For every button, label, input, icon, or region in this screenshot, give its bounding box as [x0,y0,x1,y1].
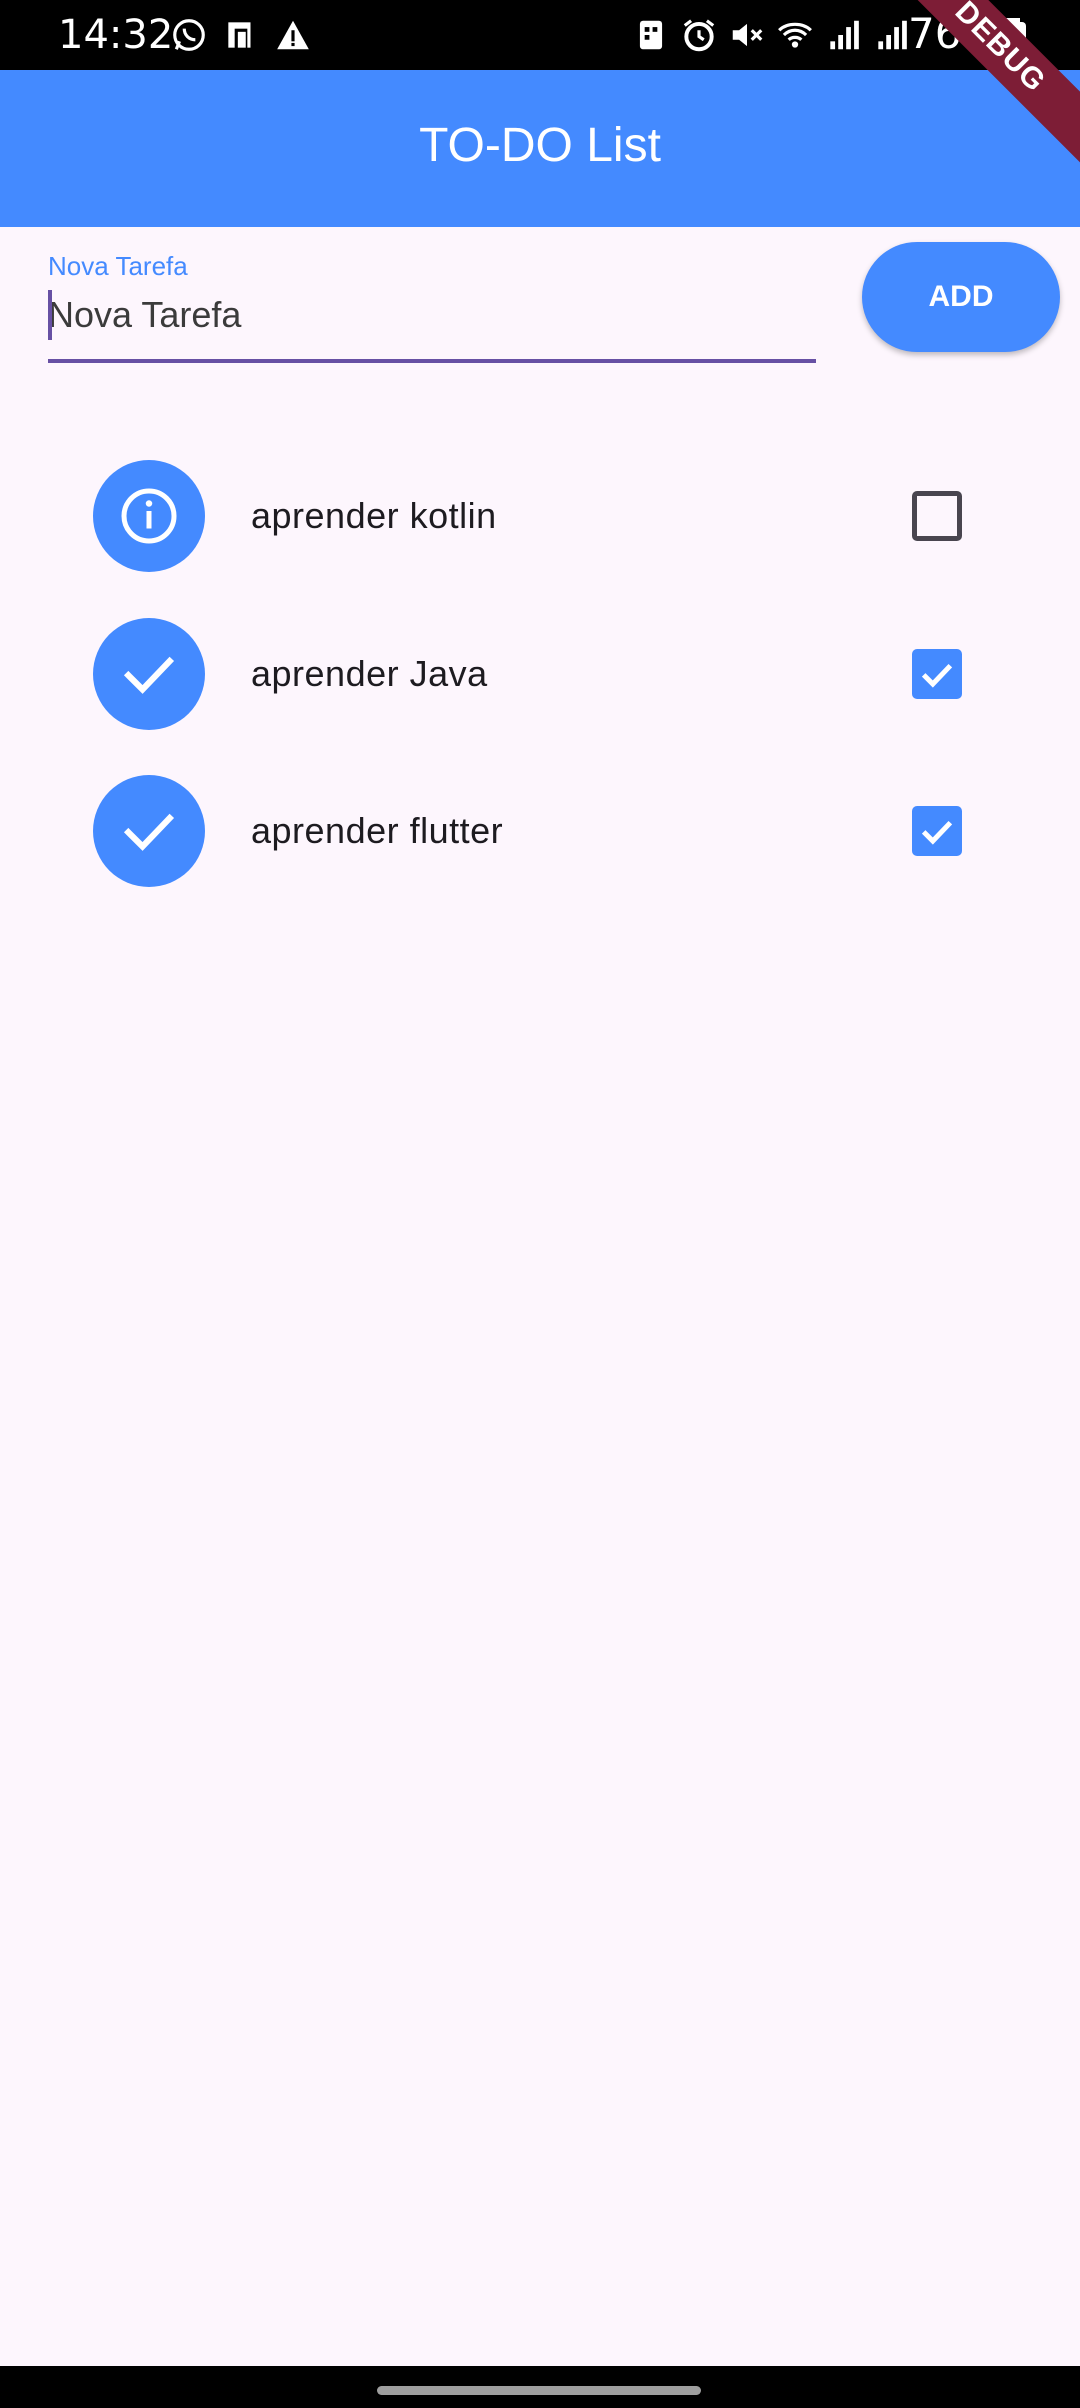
check-icon [123,656,175,694]
mute-icon [732,23,763,47]
list-item[interactable]: aprender Java [0,598,1080,756]
todo-checkbox[interactable] [912,649,962,699]
checkmark-icon [921,820,953,845]
whatsapp-icon [173,19,205,51]
new-task-label: Nova Tarefa [48,251,188,281]
list-item[interactable]: aprender flutter [0,755,1080,913]
signal-icon-2 [878,20,907,50]
list-item[interactable]: aprender kotlin [0,440,1080,598]
warning-icon [277,20,309,50]
home-indicator[interactable] [377,2386,701,2395]
info-icon [121,488,177,544]
todo-title: aprender flutter [251,810,504,851]
building-icon [639,20,663,50]
todo-checkbox[interactable] [912,491,962,541]
checkmark-icon [921,663,953,688]
todo-avatar [93,775,205,887]
alarm-icon [683,19,715,52]
status-right-icons [632,16,910,54]
text-cursor [48,290,52,340]
todo-avatar [93,460,205,572]
clipboard-icon [228,22,251,50]
status-time: 14:32 [58,12,174,58]
todo-checkbox[interactable] [912,806,962,856]
status-bar: 14:32 [0,0,1080,70]
wifi-icon [778,22,812,48]
signal-icon [830,20,859,50]
add-button[interactable]: ADD [862,242,1060,352]
input-underline [48,359,816,363]
check-icon [123,813,175,851]
new-task-input[interactable] [48,288,816,342]
navigation-bar [0,2366,1080,2408]
todo-avatar [93,618,205,730]
todo-title: aprender Java [251,653,488,694]
status-left-icons [170,16,312,54]
page-title: TO-DO List [419,119,661,172]
app-bar: TO-DO List [0,70,1080,227]
todo-title: aprender kotlin [251,495,497,536]
